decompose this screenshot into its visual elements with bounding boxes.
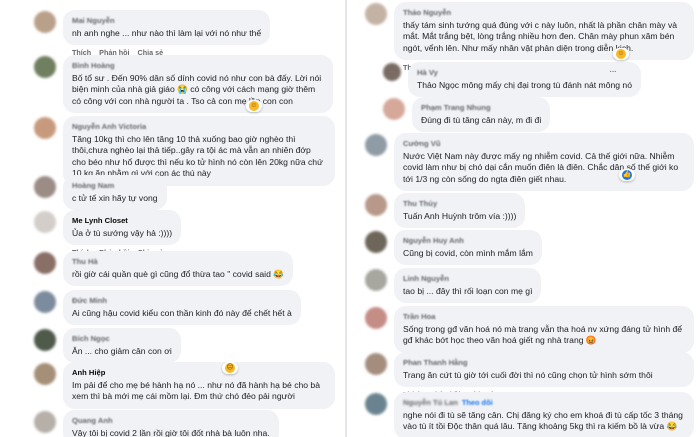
avatar[interactable] — [34, 211, 56, 233]
comment-bubble: Hà Vy Thảo Ngọc mông mấy chị đại trong t… — [408, 62, 641, 98]
reaction-count[interactable]: ☺ — [246, 100, 262, 112]
more-options-icon[interactable]: ··· — [609, 66, 617, 77]
comment-author[interactable]: Linh Nguyễn — [403, 273, 532, 285]
comment-text: Tuấn Anh Huỳnh trôm vía :)))) — [403, 210, 517, 221]
comment-author[interactable]: Nguyễn Huy Anh — [403, 235, 533, 247]
comment-author[interactable]: Phan Thanh Hằng — [403, 357, 685, 369]
comment-author[interactable]: Phạm Trang Nhung — [421, 102, 541, 114]
comment-bubble: Phạm Trang Nhung Đúng đi tù tăng cân này… — [412, 97, 551, 133]
comment-bubble: Phan Thanh Hằng Trang ăn cứt tù giờ tới … — [394, 352, 694, 388]
comment-author[interactable]: Thu Thủy — [403, 198, 516, 210]
comment-text: Cũng bị covid, còn mình mắm lắm — [403, 247, 533, 258]
comment-text: Bố tổ sư . Đến 90% dân số dính covid nó … — [72, 72, 322, 106]
comment-item: Quang Anh Vậy tôi bị covid 2 lần rồi giờ… — [34, 410, 339, 437]
avatar[interactable] — [365, 194, 387, 216]
comment-text: Ai cũng hậu covid kiểu con thần kinh đó … — [72, 307, 292, 318]
avatar[interactable] — [365, 3, 387, 25]
comment-text: Vậy tôi bị covid 2 lần rồi giờ tôi đốt n… — [72, 427, 270, 437]
comment-author[interactable]: Hoàng Nam — [72, 180, 158, 192]
comment-bubble: Nguyễn Tú Lan Theo dõi nghe nói đi tù sẽ… — [394, 392, 694, 437]
avatar[interactable] — [34, 176, 56, 198]
comment-text: Nước Việt Nam này được mấy ng nhiễm covi… — [403, 150, 679, 184]
avatar[interactable] — [365, 307, 387, 329]
comment-author[interactable]: Mai Nguyễn — [72, 15, 261, 27]
follow-button[interactable]: Theo dõi — [462, 397, 493, 409]
comment-bubble: Quang Anh Vậy tôi bị covid 2 lần rồi giờ… — [63, 410, 279, 437]
haha-reaction-icon: ☺ — [616, 49, 626, 59]
comment-text: Tăng 10kg thì cho lên tăng 10 thả xuống … — [72, 133, 323, 179]
haha-reaction-icon: ☺ — [249, 101, 259, 111]
comment-item: Bình Hoàng Bố tổ sư . Đến 90% dân số dín… — [34, 55, 339, 125]
comment-author[interactable]: Me Lynh Closet — [72, 215, 172, 227]
comment-text: Trang ăn cứt tù giờ tới cuối đời thì nó … — [403, 369, 653, 380]
avatar[interactable] — [365, 353, 387, 375]
avatar[interactable] — [34, 329, 56, 351]
sad-reaction-icon: ☹ — [225, 363, 235, 373]
comment-text: Ủa ở tù sướng vậy hả :)))) — [72, 227, 173, 238]
comment-text: Đúng đi tù tăng cân này, m đi đi — [421, 114, 542, 125]
comment-author[interactable]: Thảo Nguyễn — [403, 7, 685, 19]
comment-text: Sống trong gđ văn hoá nó mà trang vẫn th… — [403, 323, 683, 346]
comment-author[interactable]: Bích Ngọc — [72, 333, 172, 345]
avatar[interactable] — [365, 231, 387, 253]
avatar[interactable] — [34, 56, 56, 78]
avatar[interactable] — [383, 63, 401, 81]
comment-author[interactable]: Nguyễn Anh Victoria — [72, 121, 326, 133]
avatar[interactable] — [34, 252, 56, 274]
comment-item: Mai Nguyễn nh anh nghe ... như nào thì l… — [34, 10, 334, 57]
comment-text: Im pải để cho mẹ bé hành hạ nó ... như n… — [72, 379, 320, 402]
reaction-count[interactable]: ☺ — [613, 48, 629, 60]
comment-bubble: Linh Nguyễn tao bị ... đây thì rối loạn … — [394, 268, 542, 304]
left-comment-column: Mai Nguyễn nh anh nghe ... như nào thì l… — [0, 0, 345, 437]
comment-bubble: Mai Nguyễn nh anh nghe ... như nào thì l… — [63, 10, 271, 46]
comment-author[interactable]: Thu Hà — [72, 256, 284, 268]
comment-bubble: Trần Hoa Sống trong gđ văn hoá nó mà tra… — [394, 306, 694, 353]
avatar[interactable] — [365, 269, 387, 291]
comment-bubble: Hoàng Nam c tử tế xin hãy tự vong — [63, 175, 167, 211]
comment-bubble: Cường Vũ Nước Việt Nam này được mấy ng n… — [394, 133, 694, 192]
comment-author[interactable]: Đức Minh — [72, 295, 292, 307]
comment-text: nghe nói đi tù sẽ tăng cân. Chị đăng ký … — [403, 409, 683, 432]
comment-author[interactable]: Bình Hoàng — [72, 60, 324, 72]
avatar[interactable] — [34, 291, 56, 313]
comment-author[interactable]: Quang Anh — [72, 415, 270, 427]
comment-text: c tử tế xin hãy tự vong — [72, 192, 158, 203]
reaction-count[interactable]: 👍 — [619, 169, 635, 181]
avatar[interactable] — [34, 363, 56, 385]
avatar[interactable] — [365, 134, 387, 156]
comment-text: thấy tám sinh tướng quá đúng với c này l… — [403, 19, 678, 53]
comment-bubble: Bình Hoàng Bố tổ sư . Đến 90% dân số dín… — [63, 55, 333, 114]
comment-text: rồi giờ cái quần què gì cũng đổ thừa tao… — [72, 268, 284, 279]
comment-text: Ăn ... cho giảm cân con ơi — [72, 345, 172, 356]
comment-bubble: Nguyễn Huy Anh Cũng bị covid, còn mình m… — [394, 230, 542, 266]
comment-author[interactable]: Trần Hoa — [403, 311, 685, 323]
comment-bubble: Thu Thủy Tuấn Anh Huỳnh trôm vía :)))) — [394, 193, 526, 229]
comment-bubble: Thu Hà rồi giờ cái quần què gì cũng đổ t… — [63, 251, 293, 287]
comment-bubble: Đức Minh Ai cũng hậu covid kiểu con thần… — [63, 290, 301, 326]
avatar[interactable] — [383, 98, 405, 120]
comment-author[interactable]: Cường Vũ — [403, 138, 685, 150]
comment-author: Nguyễn Tú Lan Theo dõi — [403, 397, 685, 409]
comment-text: nh anh nghe ... như nào thì làm lại với … — [72, 27, 262, 38]
avatar[interactable] — [365, 393, 387, 415]
comment-author[interactable]: Hà Vy — [417, 67, 632, 79]
comment-author[interactable]: Anh Hiệp — [72, 367, 326, 379]
avatar[interactable] — [34, 117, 56, 139]
comment-item: Nguyễn Tú Lan Theo dõi nghe nói đi tù sẽ… — [365, 392, 695, 437]
comment-bubble: Anh Hiệp Im pải để cho mẹ bé hành hạ nó … — [63, 362, 335, 409]
like-reaction-icon: 👍 — [622, 170, 632, 180]
comment-bubble: Me Lynh Closet Ủa ở tù sướng vậy hả :)))… — [63, 210, 182, 246]
right-comment-column: Thảo Nguyễn thấy tám sinh tướng quá đúng… — [347, 0, 700, 437]
comment-text: tao bị ... đây thì rối loạn con mẹ gì — [403, 285, 533, 296]
avatar[interactable] — [34, 11, 56, 33]
comment-bubble: Thảo Nguyễn thấy tám sinh tướng quá đúng… — [394, 2, 694, 61]
comment-author-name[interactable]: Nguyễn Tú Lan — [403, 397, 458, 409]
reaction-count[interactable]: ☹ — [222, 362, 238, 374]
comment-bubble: Bích Ngọc Ăn ... cho giảm cân con ơi — [63, 328, 181, 364]
comment-text: Thảo Ngọc mông mấy chị đại trong tù đánh… — [417, 79, 632, 90]
avatar[interactable] — [34, 411, 56, 433]
